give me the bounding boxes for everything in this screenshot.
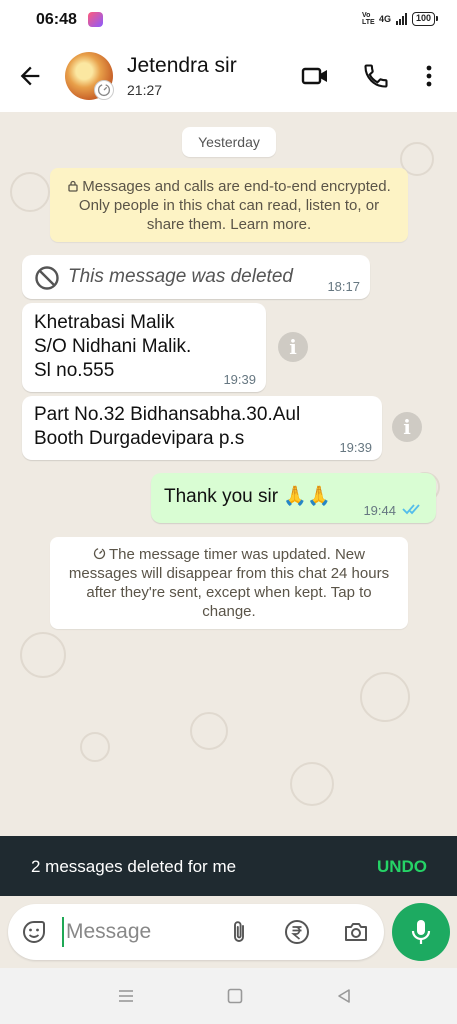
signal-icon (395, 13, 407, 25)
message-bubble-outgoing[interactable]: Thank you sir 🙏🙏 19:44 (151, 473, 436, 523)
timer-notice-text: The message timer was updated. New messa… (68, 546, 390, 620)
message-text: Part No.32 Bidhansabha.30.Aul Booth Durg… (34, 404, 301, 449)
video-call-icon[interactable] (301, 62, 329, 90)
network-type: 4G (378, 13, 391, 24)
ban-icon (35, 266, 59, 290)
message-bubble-deleted[interactable]: This message was deleted 18:17 (22, 255, 370, 299)
sticker-icon[interactable] (20, 918, 48, 946)
message-time: 19:39 (223, 372, 256, 387)
battery-icon: 100 (411, 12, 439, 26)
deleted-message-text: This message was deleted (68, 266, 293, 287)
disappearing-timer-badge-icon (94, 80, 114, 100)
message-time: 19:44 (363, 503, 396, 518)
more-vert-icon[interactable] (415, 62, 443, 90)
attach-icon[interactable] (225, 918, 253, 946)
system-nav-bar (0, 968, 457, 1024)
camera-icon[interactable] (342, 918, 370, 946)
message-input[interactable] (62, 917, 212, 947)
undo-button[interactable]: UNDO (377, 857, 427, 877)
lock-icon (68, 180, 78, 192)
phone-call-icon[interactable] (362, 62, 390, 90)
message-bubble-incoming[interactable]: Part No.32 Bidhansabha.30.Aul Booth Durg… (22, 396, 382, 460)
snackbar-text: 2 messages deleted for me (31, 857, 237, 876)
timer-notice[interactable]: The message timer was updated. New messa… (50, 537, 408, 629)
status-time: 06:48 (36, 11, 77, 28)
status-bar: 06:48 Vo LTE 4G 100 (0, 0, 457, 40)
status-indicators: Vo LTE 4G 100 (361, 12, 439, 26)
contact-name[interactable]: Jetendra sir (127, 54, 237, 78)
home-icon[interactable] (225, 986, 245, 1006)
volte-indicator: Vo LTE (361, 12, 375, 26)
timer-icon (93, 547, 106, 560)
date-chip: Yesterday (182, 127, 276, 157)
message-text: Khetrabasi Malik S/O Nidhani Malik. Sl n… (34, 312, 192, 381)
read-receipt-icon (402, 504, 420, 515)
back-arrow-icon[interactable] (16, 62, 44, 90)
last-seen: 21:27 (127, 82, 163, 98)
info-icon[interactable]: i (392, 412, 422, 442)
payment-rupee-icon[interactable] (283, 918, 311, 946)
back-nav-icon[interactable] (334, 986, 354, 1006)
info-icon[interactable]: i (278, 332, 308, 362)
notification-app-icon (88, 12, 103, 27)
microphone-icon (411, 920, 431, 944)
snackbar: 2 messages deleted for me UNDO (0, 836, 457, 896)
encryption-notice-text: Messages and calls are end-to-end encryp… (78, 178, 391, 233)
recents-menu-icon[interactable] (116, 986, 136, 1006)
message-text: Thank you sir 🙏🙏 (164, 486, 331, 507)
message-bubble-incoming[interactable]: Khetrabasi Malik S/O Nidhani Malik. Sl n… (22, 303, 266, 392)
encryption-notice[interactable]: Messages and calls are end-to-end encryp… (50, 168, 408, 242)
message-time: 19:39 (339, 440, 372, 455)
voice-record-button[interactable] (392, 903, 450, 961)
chat-header: Jetendra sir 21:27 (0, 40, 457, 112)
message-time: 18:17 (327, 279, 360, 294)
